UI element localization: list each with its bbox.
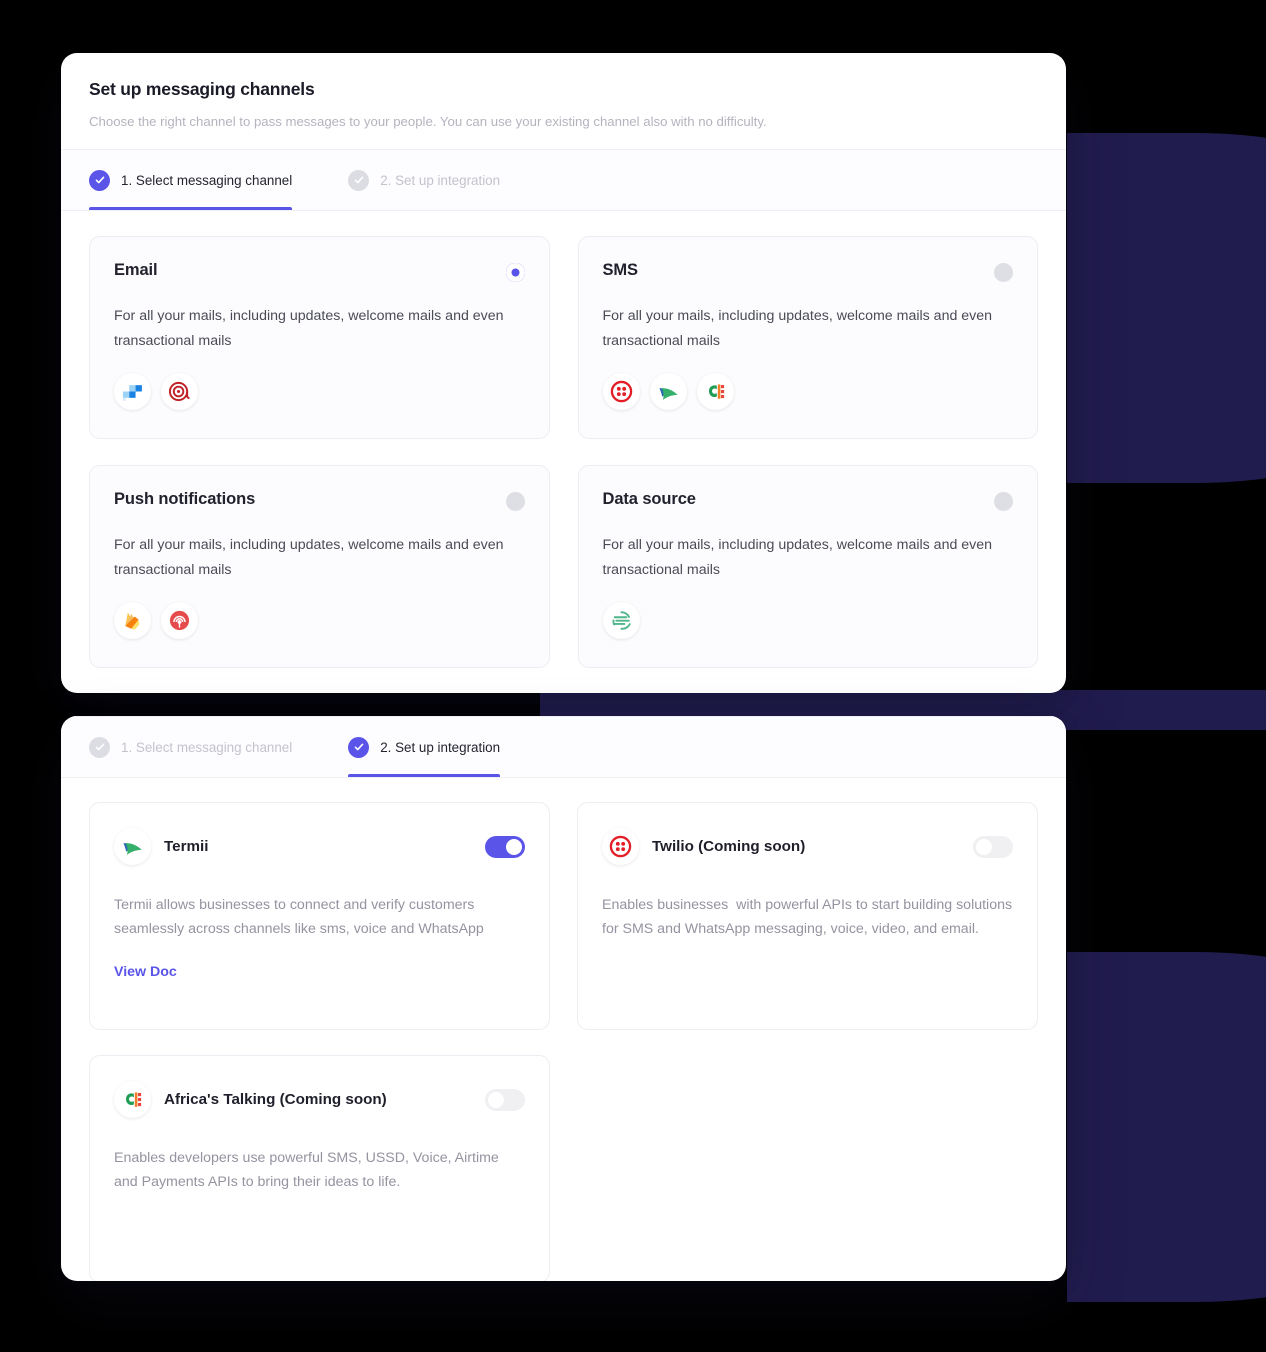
channel-card-email[interactable]: Email For all your mails, including upda…: [89, 236, 550, 440]
channel-card-header: Push notifications: [114, 490, 525, 512]
tab-label: 2. Set up integration: [380, 739, 501, 755]
view-doc-link[interactable]: View Doc: [114, 964, 177, 980]
channel-card-sms[interactable]: SMS For all your mails, including update…: [577, 236, 1038, 440]
channel-card-push-notifications[interactable]: Push notifications For all your mails, i…: [89, 465, 550, 669]
page-title: Set up messaging channels: [89, 79, 315, 99]
termii-icon: [649, 372, 687, 410]
channel-card-header: SMS: [602, 261, 1013, 283]
onesignal-icon: [161, 601, 198, 639]
africastalking-icon: [114, 1081, 151, 1118]
tab-set-up-integration[interactable]: 2. Set up integration: [348, 150, 522, 210]
tab-select-messaging-channel[interactable]: 1. Select messaging channel: [89, 150, 314, 211]
integration-card-twilio: Twilio (Coming soon) Enables businesses …: [577, 802, 1038, 1030]
toggle-knob: [488, 1091, 504, 1108]
screenshot-stage: Set up messaging channels Choose the rig…: [0, 0, 1266, 1352]
segment-icon: [602, 601, 640, 639]
integration-card-header: Africa's Talking (Coming soon): [114, 1081, 525, 1118]
channel-radio-button[interactable]: [505, 263, 525, 283]
tab-set-up-integration[interactable]: 2. Set up integration: [348, 717, 522, 777]
integration-toggle[interactable]: [485, 835, 525, 858]
twilio-icon: [602, 372, 640, 410]
mailgun-icon: [161, 372, 198, 410]
sendgrid-icon: [114, 372, 151, 410]
navy-blob-bottom: [1067, 952, 1266, 1302]
channel-radio-button[interactable]: [994, 263, 1013, 283]
integration-card-header: Termii: [114, 828, 525, 865]
provider-logo-list: [602, 372, 1014, 410]
tab-select-messaging-channel[interactable]: 1. Select messaging channel: [89, 717, 314, 777]
integration-card-grid: Termii Termii allows businesses to conne…: [61, 778, 1066, 1281]
channel-name: Push notifications: [114, 490, 256, 509]
integration-toggle[interactable]: [485, 1088, 525, 1111]
tab-label: 1. Select messaging channel: [121, 739, 293, 755]
tab-label: 1. Select messaging channel: [121, 172, 293, 188]
integration-description: Termii allows businesses to connect and …: [114, 897, 484, 938]
panel-header: Set up messaging channels Choose the rig…: [61, 53, 1066, 149]
channel-description: For all your mails, including updates, w…: [114, 308, 504, 349]
integration-name: Termii: [164, 838, 209, 855]
integration-name: Africa's Talking (Coming soon): [164, 1091, 387, 1108]
integration-card-header: Twilio (Coming soon): [602, 828, 1013, 865]
termii-icon: [114, 828, 151, 865]
check-circle-icon: [89, 736, 110, 758]
check-circle-icon: [89, 169, 110, 191]
channel-description: For all your mails, including updates, w…: [602, 308, 993, 349]
setup-integration-panel: 1. Select messaging channel 2. Set up in…: [61, 716, 1066, 1281]
twilio-icon: [602, 828, 639, 865]
step-tabs: 1. Select messaging channel 2. Set up in…: [61, 149, 1066, 212]
setup-messaging-channels-panel: Set up messaging channels Choose the rig…: [61, 53, 1066, 693]
integration-description: Enables businesses with powerful APIs to…: [602, 897, 1017, 938]
provider-logo-list: [114, 372, 525, 410]
channel-name: SMS: [602, 261, 639, 280]
integration-description: Enables developers use powerful SMS, USS…: [114, 1150, 503, 1191]
channel-card-grid: Email For all your mails, including upda…: [61, 211, 1066, 693]
channel-card-header: Email: [114, 261, 525, 283]
channel-description: For all your mails, including updates, w…: [602, 537, 993, 578]
toggle-knob: [976, 838, 992, 855]
channel-description: For all your mails, including updates, w…: [114, 537, 504, 578]
africastalking-icon: [696, 372, 734, 410]
provider-logo-list: [602, 601, 1014, 639]
channel-radio-button[interactable]: [505, 492, 525, 512]
channel-radio-button[interactable]: [994, 492, 1013, 512]
integration-card-termii: Termii Termii allows businesses to conne…: [89, 802, 550, 1030]
channel-card-header: Data source: [602, 490, 1013, 512]
tab-label: 2. Set up integration: [380, 172, 501, 188]
check-circle-icon: [348, 169, 370, 191]
channel-name: Data source: [602, 490, 696, 509]
channel-name: Email: [114, 261, 158, 280]
firebase-icon: [114, 601, 151, 639]
toggle-knob: [506, 838, 522, 855]
integration-card-africas-talking: Africa's Talking (Coming soon) Enables d…: [89, 1055, 550, 1281]
integration-name: Twilio (Coming soon): [652, 838, 806, 855]
provider-logo-list: [114, 601, 525, 639]
check-circle-icon: [348, 736, 370, 758]
navy-blob-top: [1067, 133, 1266, 483]
integration-toggle[interactable]: [973, 835, 1013, 858]
page-subtitle: Choose the right channel to pass message…: [89, 114, 767, 129]
step-tabs: 1. Select messaging channel 2. Set up in…: [61, 716, 1066, 778]
channel-card-data-source[interactable]: Data source For all your mails, includin…: [577, 465, 1038, 669]
